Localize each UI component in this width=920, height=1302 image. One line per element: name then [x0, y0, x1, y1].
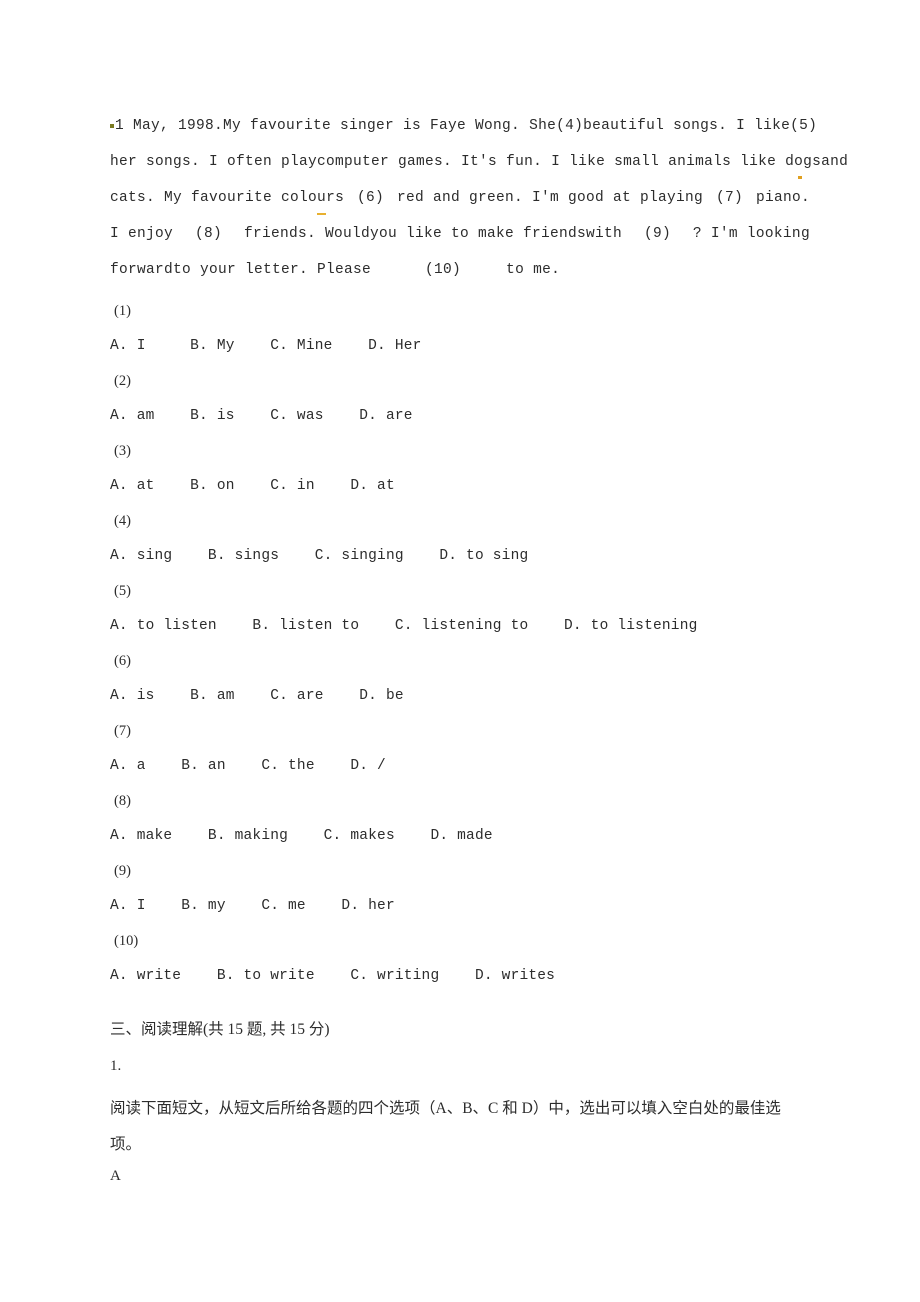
blank-number-5: (5) [790, 118, 818, 134]
reading-instruction-line-1: 阅读下面短文，从短文后所给各题的四个选项（A、B、C 和 D）中，选出可以填入空… [110, 1100, 781, 1117]
passage-line-1: 1 May, 1998.My favourite singer is Faye … [110, 108, 817, 144]
question-number-6: (6) [114, 653, 131, 669]
question-number-8: (8) [114, 793, 131, 809]
document-page: 1 May, 1998.My favourite singer is Faye … [0, 0, 920, 1302]
question-options-6[interactable]: A. is B. am C. are D. be [110, 679, 810, 714]
question-options-9[interactable]: A. I B. my C. me D. her [110, 889, 810, 924]
blank-number-8: (8) [194, 226, 222, 242]
passage-line-1-text-b: beautiful songs. I like [583, 118, 791, 134]
blank-number-4: (4) [556, 118, 584, 134]
question-options-5[interactable]: A. to listen B. listen to C. listening t… [110, 609, 810, 644]
section-heading-reading: 三、阅读理解(共 15 题, 共 15 分) [110, 1021, 330, 1038]
reading-instruction: 阅读下面短文，从短文后所给各题的四个选项（A、B、C 和 D）中，选出可以填入空… [110, 1091, 812, 1163]
question-list: (1) A. I B. My C. Mine D. Her (2) A. am … [110, 294, 810, 994]
question-number-1: (1) [114, 303, 131, 319]
question-options-1[interactable]: A. I B. My C. Mine D. Her [110, 329, 810, 364]
passage-line-5: forwardto your letter. Please (10) to me… [110, 262, 561, 278]
reading-instruction-line-2: 项。 [110, 1136, 142, 1153]
passage-line-3-text-c: piano. [755, 190, 810, 206]
question-options-3[interactable]: A. at B. on C. in D. at [110, 469, 810, 504]
passage-line-2: her songs. I often playcomputer games. I… [110, 144, 848, 180]
question-options-4[interactable]: A. sing B. sings C. singing D. to sing [110, 539, 810, 574]
spellcheck-dot-icon: o [794, 144, 803, 180]
blank-number-7: (7) [716, 190, 744, 206]
passage-line-3-frag-a: cats. My favourite colo [110, 190, 318, 206]
passage-line-2-text-b: gsand [803, 154, 849, 170]
question-options-7[interactable]: A. a B. an C. the D. / [110, 749, 810, 784]
blank-number-9: (9) [643, 226, 671, 242]
lead-mark-wrapper: 1 May, 1998.My favourite singer is Faye … [110, 108, 556, 144]
passage-line-1-text-a: 1 May, 1998.My favourite singer is Faye … [115, 118, 557, 134]
question-number-7: (7) [114, 723, 131, 739]
passage-line-3-text-a: cats. My favourite colours [110, 180, 344, 216]
passage-line-4-text-a: I enjoy [110, 226, 174, 242]
passage-line-4-text-b: friends. Wouldyou like to make friendswi… [243, 226, 622, 242]
passage-line-2-text-a: her songs. I often playcomputer games. I… [110, 154, 795, 170]
question-options-10[interactable]: A. write B. to write C. writing D. write… [110, 959, 810, 994]
question-number-10: (10) [114, 933, 139, 949]
question-number-3: (3) [114, 443, 131, 459]
spellcheck-underline-icon: u [317, 180, 327, 216]
question-number-2: (2) [114, 373, 131, 389]
question-options-8[interactable]: A. make B. making C. makes D. made [110, 819, 810, 854]
passage-line-3: cats. My favourite colours (6) red and g… [110, 180, 810, 216]
passage-line-4-text-c: ? I'm looking [692, 226, 810, 242]
question-options-2[interactable]: A. am B. is C. was D. are [110, 399, 810, 434]
passage-line-3-text-b: red and green. I'm good at playing [397, 190, 704, 206]
reading-passage-label: A [110, 1168, 121, 1184]
question-number-9: (9) [114, 863, 131, 879]
cloze-passage: 1 May, 1998.My favourite singer is Faye … [110, 108, 848, 288]
passage-line-4: I enjoy (8) friends. Wouldyou like to ma… [110, 216, 810, 252]
question-number-5: (5) [114, 583, 131, 599]
reading-item-number: 1. [110, 1058, 122, 1074]
blank-number-6: (6) [357, 190, 385, 206]
stray-mark-icon [110, 124, 114, 128]
question-number-4: (4) [114, 513, 131, 529]
passage-line-3-frag-b: rs [326, 190, 345, 206]
